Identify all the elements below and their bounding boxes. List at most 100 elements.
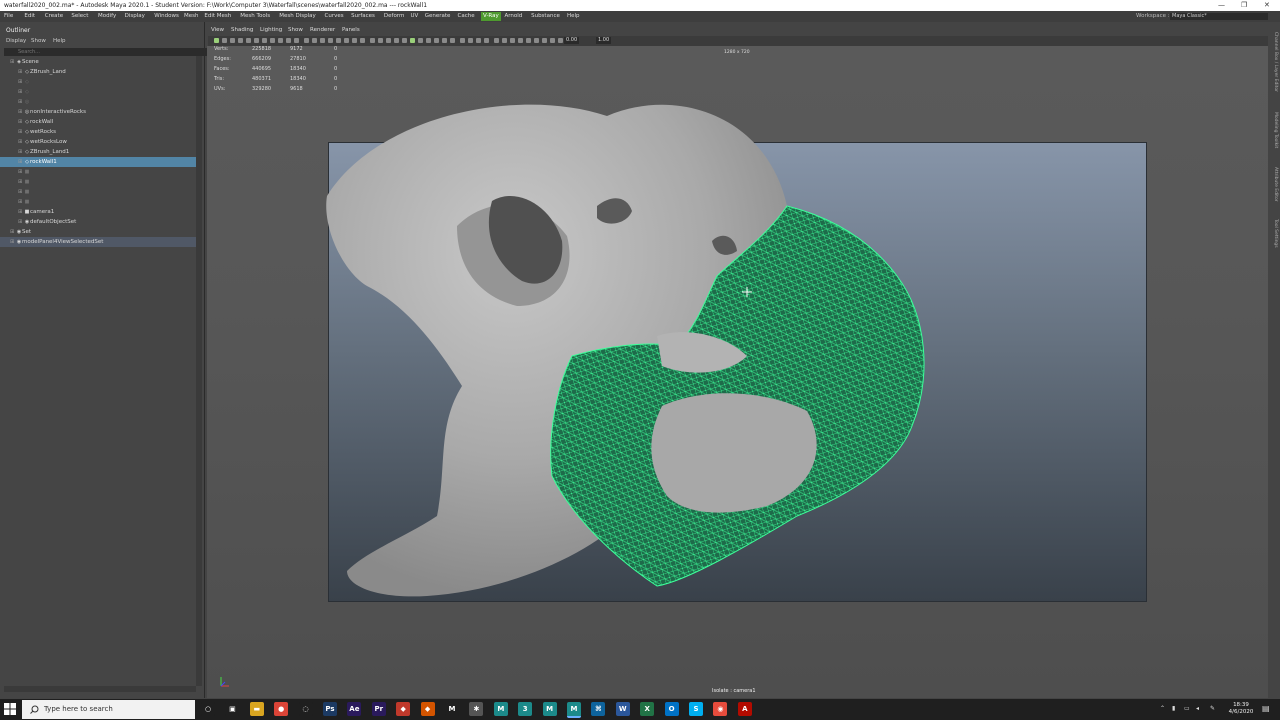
- outliner-menu-help[interactable]: Help: [53, 38, 66, 44]
- viewport-tool-icon[interactable]: [510, 38, 515, 43]
- volume-icon[interactable]: ◂: [1196, 705, 1199, 712]
- menu-edit-mesh[interactable]: Edit Mesh: [204, 11, 231, 22]
- viewport-tool-icon[interactable]: [542, 38, 547, 43]
- network-icon[interactable]: ▮: [1172, 705, 1175, 712]
- file-explorer-icon[interactable]: ▬: [249, 702, 264, 716]
- after-effects-icon[interactable]: Ae: [347, 702, 362, 716]
- outliner-item[interactable]: ⊞ ◉Set: [0, 227, 196, 237]
- viewport-tool-icon[interactable]: [270, 38, 275, 43]
- side-tab-1[interactable]: Modeling Toolkit: [1270, 112, 1278, 148]
- maya-icon[interactable]: M: [493, 702, 508, 716]
- menu-edit[interactable]: Edit: [24, 11, 35, 22]
- menu-generate[interactable]: Generate: [425, 11, 451, 22]
- app2-icon[interactable]: ◆: [396, 702, 411, 716]
- viewport-tool-icon[interactable]: [558, 38, 563, 43]
- menu-modify[interactable]: Modify: [98, 11, 116, 22]
- maya2-icon[interactable]: M: [542, 702, 557, 716]
- outliner-item[interactable]: ⊞ ◎nonInteractiveRocks: [0, 107, 196, 117]
- menu-uv[interactable]: UV: [411, 11, 419, 22]
- viewport-tool-icon[interactable]: [352, 38, 357, 43]
- app4-icon[interactable]: ✱: [469, 702, 484, 716]
- tray-chevron-icon[interactable]: ⌃: [1160, 705, 1165, 712]
- viewport-tool-icon[interactable]: [526, 38, 531, 43]
- panel-menu-lighting[interactable]: Lighting: [260, 27, 282, 33]
- outliner-item[interactable]: ⊞ ◇rockWall: [0, 117, 196, 127]
- viewport-tool-icon[interactable]: [418, 38, 423, 43]
- menu-surfaces[interactable]: Surfaces: [351, 11, 375, 22]
- menu-create[interactable]: Create: [45, 11, 63, 22]
- side-tab-3[interactable]: Tool Settings: [1270, 219, 1278, 248]
- viewport-tool-icon[interactable]: [360, 38, 365, 43]
- close-button[interactable]: ✕: [1264, 0, 1270, 11]
- outliner-menu-display[interactable]: Display: [6, 38, 26, 44]
- taskbar-search-input[interactable]: Type here to search: [22, 700, 195, 719]
- excel-icon[interactable]: X: [640, 702, 655, 716]
- viewport-tool-icon[interactable]: [386, 38, 391, 43]
- menu-deform[interactable]: Deform: [384, 11, 404, 22]
- outliner-item[interactable]: ⊞ ■: [0, 167, 196, 177]
- outliner-item[interactable]: ⊞ ◇: [0, 77, 196, 87]
- menu-mesh-display[interactable]: Mesh Display: [279, 11, 316, 22]
- menu-curves[interactable]: Curves: [325, 11, 344, 22]
- vscode-icon[interactable]: ⌘: [591, 702, 606, 716]
- notification-icon[interactable]: ▤: [1262, 704, 1270, 713]
- menu-substance[interactable]: Substance: [531, 11, 560, 22]
- minimize-button[interactable]: —: [1218, 0, 1225, 11]
- outliner-item[interactable]: ⊞ ◇wetRocks: [0, 127, 196, 137]
- viewport-tool-icon[interactable]: [312, 38, 317, 43]
- outliner-item[interactable]: ⊞ ■: [0, 177, 196, 187]
- viewport-tool-icon[interactable]: [460, 38, 465, 43]
- panel-menu-panels[interactable]: Panels: [342, 27, 360, 33]
- viewport-tool-icon[interactable]: [394, 38, 399, 43]
- viewport-tool-icon[interactable]: [550, 38, 555, 43]
- viewport-tool-icon[interactable]: [370, 38, 375, 43]
- viewport-tool-icon[interactable]: [246, 38, 251, 43]
- viewport-tool-icon[interactable]: [278, 38, 283, 43]
- menu-display[interactable]: Display: [125, 11, 145, 22]
- viewport-tool-icon[interactable]: [214, 38, 219, 43]
- maya-m-icon[interactable]: M: [445, 702, 459, 716]
- task-view-icon[interactable]: ▣: [225, 702, 240, 716]
- app5-icon[interactable]: 3: [518, 702, 533, 716]
- panel-menu-renderer[interactable]: Renderer: [310, 27, 335, 33]
- battery-icon[interactable]: ▭: [1184, 705, 1190, 712]
- gamma-field[interactable]: 1.00: [596, 37, 612, 44]
- outliner-search-input[interactable]: Search...: [4, 48, 212, 56]
- side-tab-2[interactable]: Attribute Editor: [1270, 167, 1278, 202]
- outliner-item[interactable]: ⊞ ◉modelPanel4ViewSelectedSet: [0, 237, 196, 247]
- outliner-item[interactable]: ⊞ ◇ZBrush_Land1: [0, 147, 196, 157]
- panel-menu-show[interactable]: Show: [288, 27, 303, 33]
- menu-arnold[interactable]: Arnold: [505, 11, 523, 22]
- app3-icon[interactable]: ◆: [420, 702, 435, 716]
- outlook-icon[interactable]: O: [664, 702, 679, 716]
- 3d-viewport[interactable]: Verts: 225818 9172 0 Edges: 666209 27810 0 Faces…: [207, 46, 1268, 698]
- outliner-item[interactable]: ⊞ ◇: [0, 87, 196, 97]
- pen-icon[interactable]: ✎: [1210, 705, 1215, 712]
- viewport-tool-icon[interactable]: [484, 38, 489, 43]
- cortana-icon[interactable]: ○: [201, 702, 215, 716]
- viewport-tool-icon[interactable]: [378, 38, 383, 43]
- maya-active-icon[interactable]: M: [567, 702, 581, 718]
- menu-windows[interactable]: Windows: [154, 11, 179, 22]
- outliner-item[interactable]: ⊞ ◈Scene: [0, 57, 196, 67]
- photoshop-icon[interactable]: Ps: [323, 702, 337, 716]
- viewport-tool-icon[interactable]: [344, 38, 349, 43]
- viewport-tool-icon[interactable]: [468, 38, 473, 43]
- outliner-item[interactable]: ⊞ ■camera1: [0, 207, 196, 217]
- menu-select[interactable]: Select: [71, 11, 88, 22]
- acrobat-icon[interactable]: A: [737, 702, 752, 716]
- viewport-tool-icon[interactable]: [518, 38, 523, 43]
- viewport-tool-icon[interactable]: [230, 38, 235, 43]
- skype-icon[interactable]: S: [689, 702, 703, 716]
- viewport-tool-icon[interactable]: [476, 38, 481, 43]
- side-tab-0[interactable]: Channel Box / Layer Editor: [1270, 32, 1278, 92]
- word-icon[interactable]: W: [615, 702, 630, 716]
- viewport-tool-icon[interactable]: [442, 38, 447, 43]
- viewport-tool-icon[interactable]: [450, 38, 455, 43]
- viewport-tool-icon[interactable]: [410, 38, 415, 43]
- menu-mesh[interactable]: Mesh: [184, 11, 198, 22]
- viewport-tool-icon[interactable]: [320, 38, 325, 43]
- restore-button[interactable]: ❐: [1241, 0, 1247, 11]
- menu-help[interactable]: Help: [567, 11, 580, 22]
- outliner-vertical-scrollbar[interactable]: [196, 56, 202, 686]
